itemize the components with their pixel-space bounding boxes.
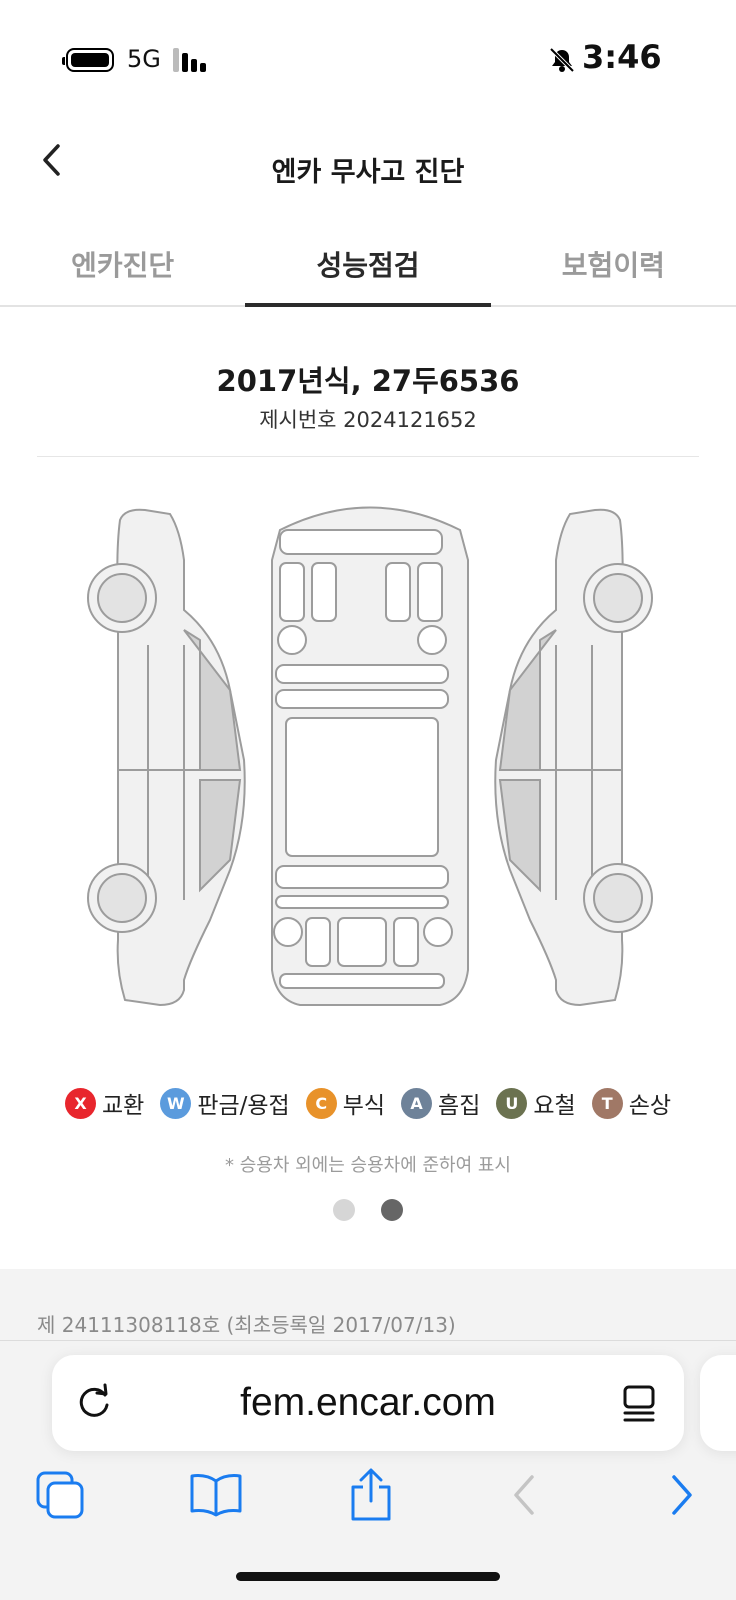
legend-label: 요철 <box>533 1093 576 1119</box>
legend-item-sheet-metal: W 판금/용접 <box>160 1086 290 1120</box>
legend-label: 흠집 <box>438 1093 481 1119</box>
damage-legend: X 교환 W 판금/용접 C 부식 A 흠집 U 요철 T 손상 <box>0 1086 736 1120</box>
header: 엔카 무사고 진단 <box>0 130 736 210</box>
home-indicator[interactable] <box>236 1572 500 1581</box>
pager-dots <box>0 1199 736 1221</box>
battery-icon <box>62 48 114 72</box>
clock: 3:46 <box>582 38 662 76</box>
vehicle-subtitle: 제시번호 2024121652 <box>259 408 477 432</box>
tabs-button[interactable] <box>30 1465 90 1525</box>
tab-encar-diagnosis[interactable]: 엔카진단 <box>0 230 245 305</box>
reader-mode-icon[interactable] <box>620 1383 658 1423</box>
car-left-side-view <box>87 508 246 1007</box>
legend-label: 부식 <box>342 1093 386 1119</box>
divider <box>0 1340 736 1341</box>
car-top-view <box>271 506 469 1006</box>
tab-performance-check[interactable]: 성능점검 <box>245 230 491 307</box>
chevron-right-icon <box>672 1475 692 1515</box>
legend-item-dent: U 요철 <box>496 1086 576 1120</box>
page-title: 엔카 무사고 진단 <box>271 157 465 188</box>
network-label: 5G <box>127 45 161 73</box>
browser-toolbar <box>0 1465 736 1535</box>
legend-label: 손상 <box>628 1093 672 1119</box>
book-icon <box>190 1474 242 1517</box>
pager-dot-2[interactable] <box>381 1199 403 1221</box>
back-nav-button[interactable] <box>494 1465 554 1525</box>
legend-badge: C <box>305 1087 337 1119</box>
car-diagram <box>87 506 653 1007</box>
legend-item-replacement: X 교환 <box>64 1086 145 1120</box>
tab-bar: 엔카진단 성능점검 보험이력 <box>0 230 736 307</box>
share-icon <box>351 1468 391 1521</box>
next-tab-preview[interactable] <box>700 1355 736 1451</box>
bookmarks-button[interactable] <box>186 1465 246 1525</box>
pager-dot-1[interactable] <box>333 1199 355 1221</box>
legend-badge: W <box>160 1087 192 1119</box>
url-text[interactable]: fem.encar.com <box>52 1381 684 1425</box>
legend-item-corrosion: C 부식 <box>305 1086 386 1120</box>
car-right-side-view <box>494 508 653 1007</box>
legend-badge: U <box>496 1087 528 1119</box>
legend-note: * 승용차 외에는 승용차에 준하여 표시 <box>224 1155 511 1176</box>
bell-slash-icon <box>549 47 575 73</box>
signal-icon <box>173 48 211 72</box>
legend-label: 판금/용접 <box>197 1093 290 1119</box>
tab-insurance-history[interactable]: 보험이력 <box>491 230 736 305</box>
registration-info: 제 24111308118호 (최초등록일 2017/07/13) <box>37 1313 456 1337</box>
legend-item-scratch: A 흠집 <box>401 1086 480 1120</box>
tabs-icon <box>36 1471 84 1519</box>
vehicle-title: 2017년식, 27두6536 <box>216 364 520 398</box>
forward-nav-button[interactable] <box>652 1465 712 1525</box>
legend-badge: A <box>401 1087 433 1119</box>
chevron-left-icon <box>514 1475 534 1515</box>
divider <box>37 456 699 457</box>
legend-label: 교환 <box>101 1093 145 1119</box>
legend-badge: X <box>64 1087 96 1119</box>
share-button[interactable] <box>341 1465 401 1525</box>
status-bar: 5G 3:46 <box>0 0 736 120</box>
legend-badge: T <box>591 1087 623 1119</box>
legend-item-damage: T 손상 <box>591 1086 672 1120</box>
address-bar[interactable]: fem.encar.com <box>52 1355 684 1451</box>
